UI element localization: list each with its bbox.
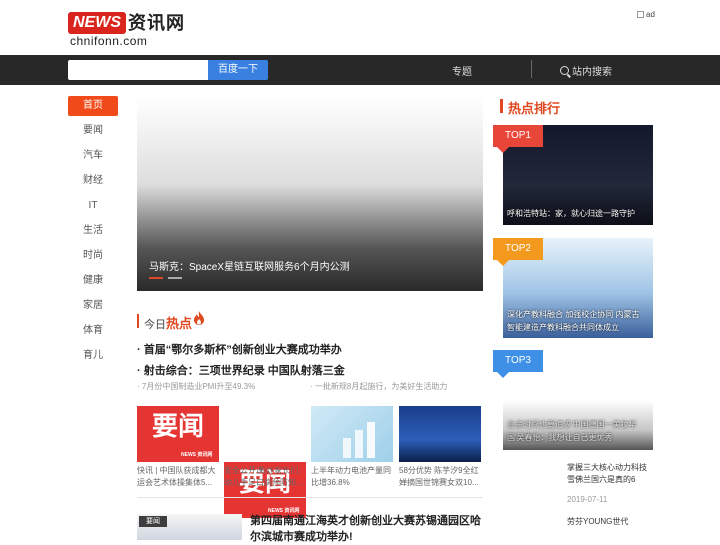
nav-topic-link[interactable]: 专题 xyxy=(452,63,472,78)
search-input[interactable] xyxy=(68,60,208,80)
ad-image[interactable]: ad xyxy=(637,10,655,19)
thumb-caption-4[interactable]: 58分优势 陈芋汐9全红婵摘国世锦赛女双10... xyxy=(399,465,481,489)
carousel-dot-active[interactable] xyxy=(149,277,163,279)
thumb-caption-2[interactable]: 安全公开课|@家长们:幼儿手足口病预防知... xyxy=(224,465,306,489)
category-sidebar: 首页 要闻 汽车 财经 IT 生活 时尚 健康 家居 体育 育儿 xyxy=(68,96,118,371)
hero-caption[interactable]: 马斯克：SpaceX星链互联网服务6个月内公测 xyxy=(149,258,350,273)
section-divider xyxy=(137,497,483,498)
ranking-caption-1[interactable]: 呼和浩特站：家，就心归途一路守护 xyxy=(507,207,647,220)
sidebar-item-news[interactable]: 要闻 xyxy=(68,121,118,141)
search-button[interactable]: 百度一下 xyxy=(208,60,268,80)
hot-today-title: 今日热点 xyxy=(144,313,192,332)
sidebar-item-life[interactable]: 生活 xyxy=(68,221,118,241)
flame-icon xyxy=(194,311,204,325)
sidebar-item-parenting[interactable]: 育儿 xyxy=(68,346,118,366)
search-icon xyxy=(560,66,569,75)
ranking-tag-2: TOP2 xyxy=(493,238,543,266)
hot-headline-1[interactable]: · 首届“鄂尔多斯杯”创新创业大赛成功举办 xyxy=(137,341,342,357)
chart-graphic xyxy=(343,422,375,458)
hot-today-hot: 热点 xyxy=(166,316,193,331)
ad-alt-text: ad xyxy=(646,10,655,19)
ranking-caption-2[interactable]: 深化产教科融合 加强校企协同 内蒙古智能建造产教科融合共同体成立 xyxy=(507,308,647,334)
site-logo[interactable]: NEWS 资讯网 chnifonn.com xyxy=(68,12,188,48)
ranking-tag-3: TOP3 xyxy=(493,350,543,378)
ranking-caption-3[interactable]: 业余时间也要追求'中国德国一美妆华国'吴春怡：我想让自己更优秀 xyxy=(507,418,647,444)
site-search-link[interactable]: 站内搜索 xyxy=(560,63,612,78)
logo-badge: NEWS xyxy=(68,12,126,34)
logo-text: 资讯网 xyxy=(128,13,185,33)
site-search-label: 站内搜索 xyxy=(572,67,612,78)
hot-subheadline-1[interactable]: · 7月份中国制造业PMI升至49.3% xyxy=(137,381,255,392)
hot-subheadline-2[interactable]: · 一批新规8月起施行，为美好生活助力 xyxy=(310,381,447,392)
logo-domain: chnifonn.com xyxy=(70,34,148,48)
sidebar-item-auto[interactable]: 汽车 xyxy=(68,146,118,166)
sidebar-item-health[interactable]: 健康 xyxy=(68,271,118,291)
side-news-date-1: 2019-07-11 xyxy=(567,495,608,504)
ranking-tag-1: TOP1 xyxy=(493,125,543,153)
sidebar-item-home[interactable]: 首页 xyxy=(68,96,118,116)
broken-image-icon xyxy=(637,11,644,18)
sidebar-item-finance[interactable]: 财经 xyxy=(68,171,118,191)
thumb-caption-1[interactable]: 快讯 | 中国队获成都大运会艺术体操集体5... xyxy=(137,465,219,489)
news-thumb-3[interactable] xyxy=(311,406,393,462)
ranking-accent-bar xyxy=(500,99,503,113)
sidebar-item-sports[interactable]: 体育 xyxy=(68,321,118,341)
nav-divider xyxy=(531,60,532,78)
ranking-title: 热点排行 xyxy=(508,101,561,116)
section-accent-bar xyxy=(137,314,139,328)
carousel-dot[interactable] xyxy=(168,277,182,279)
news-thumb-4[interactable] xyxy=(399,406,481,462)
side-news-title-1[interactable]: 掌握三大核心动力科技 雪佛兰国六是真的6 xyxy=(567,462,655,486)
article-title[interactable]: 第四届南通江海英才创新创业大赛苏锡通园区哈尔滨城市赛成功举办! xyxy=(250,513,482,545)
thumb-caption-3[interactable]: 上半年动力电池产量同比增36.8% xyxy=(311,465,393,489)
news-thumb-1[interactable]: 要闻 xyxy=(137,406,219,462)
sidebar-item-it[interactable]: IT xyxy=(68,196,118,216)
sidebar-item-home-living[interactable]: 家居 xyxy=(68,296,118,316)
hot-headline-2[interactable]: · 射击综合：三项世界纪录 中国队射落三金 xyxy=(137,362,345,378)
hot-today-prefix: 今日 xyxy=(144,319,166,331)
sidebar-item-fashion[interactable]: 时尚 xyxy=(68,246,118,266)
side-news-title-2[interactable]: 劳芬YOUNG世代 xyxy=(567,516,628,527)
article-tag: 要闻 xyxy=(139,516,167,527)
